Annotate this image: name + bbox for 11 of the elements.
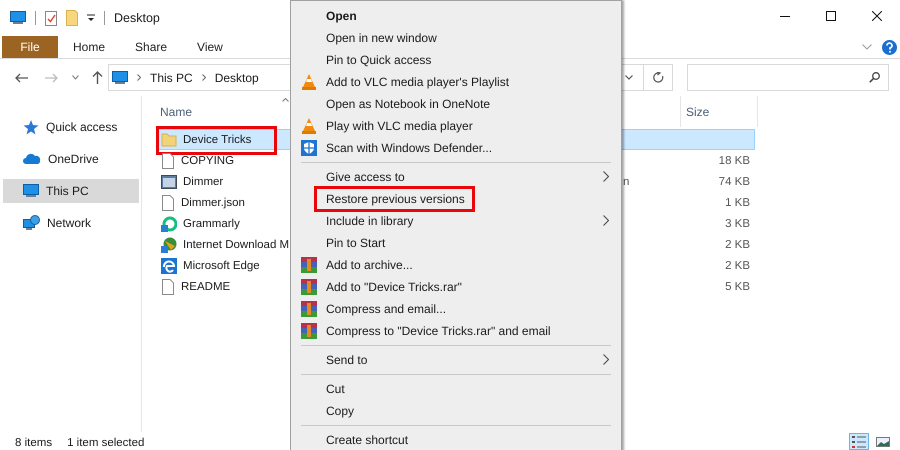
selection-count: 1 item selected xyxy=(67,436,144,450)
table-cell: n xyxy=(623,176,630,188)
file-size: 1 KB xyxy=(725,196,750,208)
file-size: 2 KB xyxy=(725,260,750,272)
file-size: 18 KB xyxy=(718,154,750,166)
item-count: 8 items xyxy=(15,436,52,450)
window-title: Desktop xyxy=(114,11,160,25)
file-size: 2 KB xyxy=(725,238,750,250)
file-size: 5 KB xyxy=(725,280,750,292)
file-size: 3 KB xyxy=(725,218,750,230)
file-size: 74 KB xyxy=(718,176,750,188)
